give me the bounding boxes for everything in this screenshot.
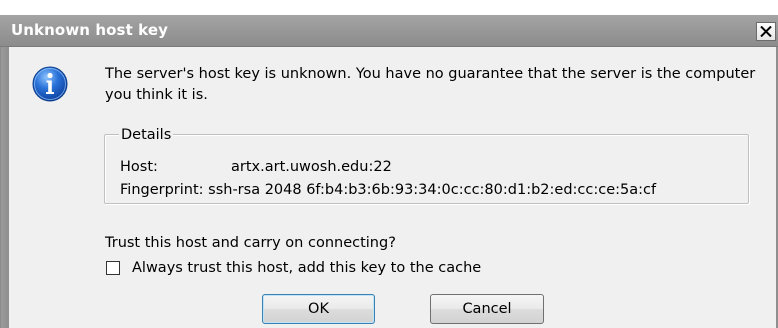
close-icon xyxy=(760,26,772,37)
ok-button[interactable]: OK xyxy=(262,294,375,324)
details-legend: Details xyxy=(119,126,174,144)
always-trust-checkbox-label[interactable]: Always trust this host, add this key to … xyxy=(132,259,481,277)
cancel-button[interactable]: Cancel xyxy=(430,294,544,324)
fingerprint-row: Fingerprint: ssh-rsa 2048 6f:b4:b3:6b:93… xyxy=(120,181,656,199)
host-row: Host: artx.art.uwosh.edu:22 xyxy=(120,158,392,176)
fingerprint-value: ssh-rsa 2048 6f:b4:b3:6b:93:34:0c:cc:80:… xyxy=(208,182,657,198)
window-left-border xyxy=(0,15,9,328)
information-icon xyxy=(32,66,68,102)
host-label: Host: xyxy=(120,159,158,175)
window-title: Unknown host key xyxy=(11,21,169,39)
dialog-message: The server's host key is unknown. You ha… xyxy=(105,66,756,103)
dialog-body: The server's host key is unknown. You ha… xyxy=(9,47,776,328)
always-trust-checkbox[interactable] xyxy=(106,261,120,275)
host-value: artx.art.uwosh.edu:22 xyxy=(231,159,392,175)
title-bar[interactable]: Unknown host key xyxy=(0,15,778,47)
trust-question: Trust this host and carry on connecting? xyxy=(105,235,396,251)
fingerprint-label: Fingerprint: xyxy=(120,182,204,198)
close-button[interactable] xyxy=(756,22,776,41)
unknown-host-key-dialog: Unknown host key The server's host key i… xyxy=(0,15,778,328)
